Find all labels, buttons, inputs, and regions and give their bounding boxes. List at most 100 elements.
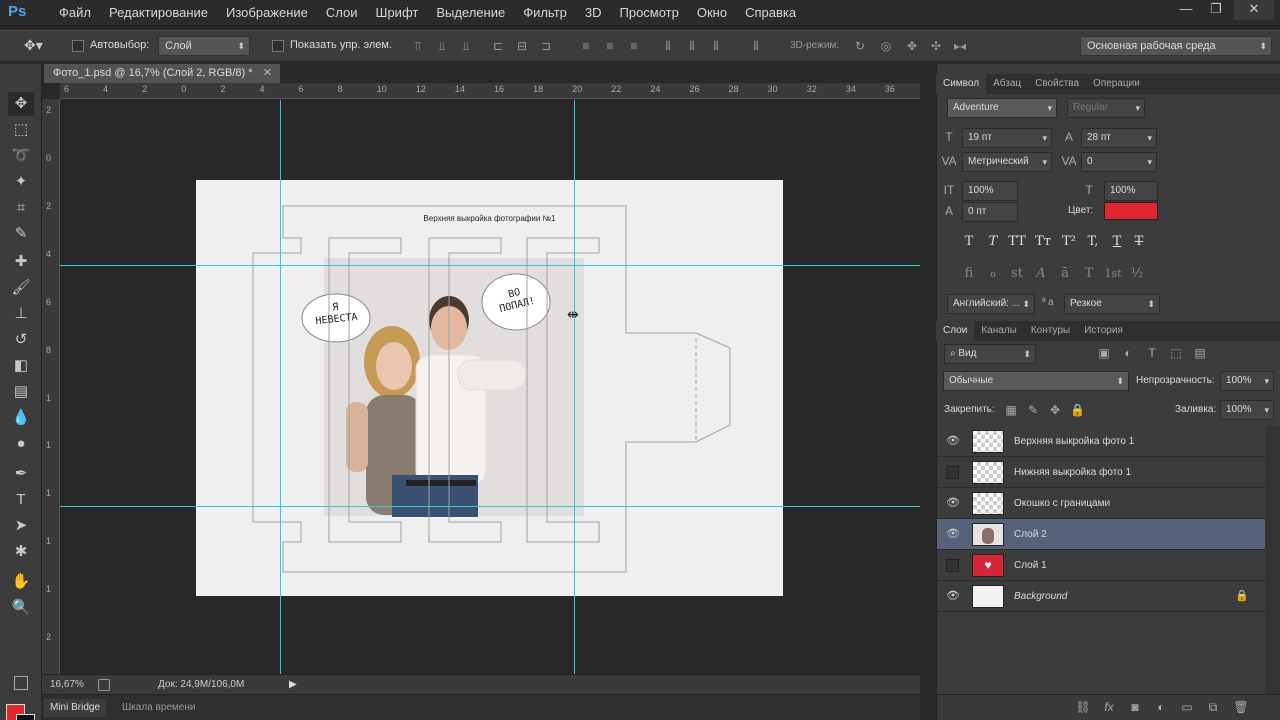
all-caps-button[interactable]: TT [1006,234,1028,250]
subscript-button[interactable]: T, [1082,234,1104,250]
3d-rotate-icon[interactable]: ↻ [852,38,868,54]
3d-drag-icon[interactable]: ✥ [904,38,920,54]
status-menu-arrow-icon[interactable]: ▶ [289,675,297,695]
minimize-button[interactable]: — [1171,0,1201,20]
clone-stamp-tool-icon[interactable]: ⊥ [8,302,34,326]
blur-tool-icon[interactable]: 💧 [8,406,34,430]
eyedropper-tool-icon[interactable]: ✎ [8,222,34,246]
zoom-tool-icon[interactable]: 🔍 [8,596,34,620]
layer-row[interactable]: 👁 Окошко с границами [937,488,1265,519]
distribute-hcenter-icon[interactable]: ⦀ [684,38,700,54]
eye-icon[interactable]: 👁 [946,496,960,510]
layers-scrollbar[interactable] [1265,426,1280,694]
tab-paths[interactable]: Контуры [1024,321,1077,341]
workspace-dropdown[interactable]: Основная рабочая среда ⬍ [1080,36,1272,56]
gradient-tool-icon[interactable]: ▤ [8,380,34,404]
marquee-tool-icon[interactable]: ⬚ [8,118,34,142]
history-brush-tool-icon[interactable]: ↺ [8,328,34,352]
align-right-icon[interactable]: ⊐ [538,38,554,54]
ruler-vertical[interactable]: 2 0 2 4 6 8 1 1 1 1 1 2 [42,99,60,674]
distribute-left-icon[interactable]: ⦀ [660,38,676,54]
small-caps-button[interactable]: Tт [1032,234,1054,250]
discretionary-ligatures-button[interactable]: st [1006,266,1028,282]
menu-view[interactable]: Просмотр [611,0,688,26]
magic-wand-tool-icon[interactable]: ✦ [8,170,34,194]
new-layer-icon[interactable]: ⧉ [1205,700,1221,716]
add-mask-icon[interactable]: ◙ [1127,700,1143,716]
pen-tool-icon[interactable]: ✒ [8,462,34,486]
titling-alternates-button[interactable]: T [1078,266,1100,282]
show-transform-checkbox[interactable] [272,40,284,52]
layer-row[interactable]: 👁 Верхняя выкройка фото 1 [937,426,1265,457]
menu-help[interactable]: Справка [736,0,805,26]
3d-roll-icon[interactable]: ◎ [878,38,894,54]
filter-type-icon[interactable]: T [1144,346,1160,360]
ligatures-button[interactable]: fi [958,266,980,282]
eye-icon[interactable]: 👁 [946,589,960,603]
3d-slide-icon[interactable]: ✣ [928,38,944,54]
new-group-icon[interactable]: ▭ [1179,700,1195,716]
tab-mini-bridge[interactable]: Mini Bridge [44,699,107,717]
move-tool-preset-icon[interactable]: ✥▾ [24,37,43,54]
guide-horizontal-top[interactable] [60,265,920,266]
vertical-scale-field[interactable]: 100% [962,181,1018,201]
language-select[interactable]: Английский: ... ⬍ [947,294,1035,314]
stylistic-alternates-button[interactable]: ā [1054,266,1076,282]
crop-tool-icon[interactable]: ⌗ [8,196,34,220]
shape-tool-icon[interactable]: ✱ [8,540,34,564]
swash-button[interactable]: A [1030,266,1052,282]
align-top-icon[interactable]: ⫪ [410,38,426,54]
tab-character[interactable]: Символ [936,74,987,94]
document-canvas[interactable]: Верхняя выкройка фотографии №1 Я НЕВЕСТА… [196,180,783,596]
filter-smartobject-icon[interactable]: ▤ [1192,346,1208,360]
background-color-swatch[interactable] [16,714,35,720]
horizontal-scale-field[interactable]: 100% [1104,181,1158,201]
lock-pixels-icon[interactable]: ✎ [1026,403,1040,417]
delete-layer-icon[interactable]: 🗑 [1233,700,1249,716]
3d-scale-icon[interactable]: ▸◂ [952,38,968,54]
faux-italic-button[interactable]: T [982,234,1004,250]
menu-layers[interactable]: Слои [317,0,367,26]
tracking-field[interactable]: 0 ▾ [1081,152,1157,172]
ruler-horizontal[interactable]: 6 4 2 0 2 4 6 8 10 12 14 16 18 20 22 24 26 28 30 32 34 36 [60,83,920,99]
antialias-select[interactable]: Резкое ⬍ [1064,294,1160,314]
strikethrough-button[interactable]: T [1128,234,1150,250]
path-selection-tool-icon[interactable]: ➤ [8,514,34,538]
menu-select[interactable]: Выделение [427,0,514,26]
fill-field[interactable]: 100% ▾ [1220,400,1274,420]
autoselect-checkbox[interactable] [72,40,84,52]
align-bottom-icon[interactable]: ⫫ [458,38,474,54]
move-tool-icon[interactable]: ✥ [8,92,34,116]
menu-image[interactable]: Изображение [217,0,317,26]
align-left-icon[interactable]: ⊏ [490,38,506,54]
tab-layers[interactable]: Слои [936,321,975,341]
document-tab[interactable]: Фото_1.psd @ 16,7% (Слой 2, RGB/8) * ✕ [44,64,280,83]
adjustment-layer-icon[interactable]: ◐ [1153,700,1169,716]
ordinals-button[interactable]: 1st [1102,266,1124,282]
font-family-select[interactable]: Adventure ▾ [947,98,1057,118]
guide-horizontal-bottom[interactable] [60,506,920,507]
visibility-toggle-empty[interactable] [946,559,959,572]
tab-history[interactable]: История [1077,321,1130,341]
lock-position-icon[interactable]: ✥ [1048,403,1062,417]
tab-channels[interactable]: Каналы [974,321,1024,341]
distribute-bottom-icon[interactable]: ≡ [626,38,642,54]
layer-row[interactable]: 👁 Background 🔒 [937,581,1265,612]
guide-vertical-right[interactable] [574,100,575,674]
distribute-right-icon[interactable]: ⦀ [708,38,724,54]
doc-preview-icon[interactable] [98,679,110,691]
quick-mask-icon[interactable] [14,676,28,690]
menu-filter[interactable]: Фильтр [514,0,576,26]
filter-shape-icon[interactable]: ⬚ [1168,346,1184,360]
opacity-field[interactable]: 100% ▾ [1220,371,1274,391]
menu-3d[interactable]: 3D [576,0,611,26]
filter-adjustment-icon[interactable]: ◐ [1120,346,1136,360]
menu-file[interactable]: Файл [50,0,100,26]
align-vcenter-icon[interactable]: ⫫ [434,38,450,54]
eraser-tool-icon[interactable]: ◧ [8,354,34,378]
filter-pixel-icon[interactable]: ▣ [1096,346,1112,360]
layer-row[interactable]: Нижняя выкройка фото 1 [937,457,1265,488]
autoselect-dropdown[interactable]: Слой ⬍ [158,36,250,56]
distribute-vcenter-icon[interactable]: ≡ [602,38,618,54]
brush-tool-icon[interactable]: 🖌 [8,276,34,300]
